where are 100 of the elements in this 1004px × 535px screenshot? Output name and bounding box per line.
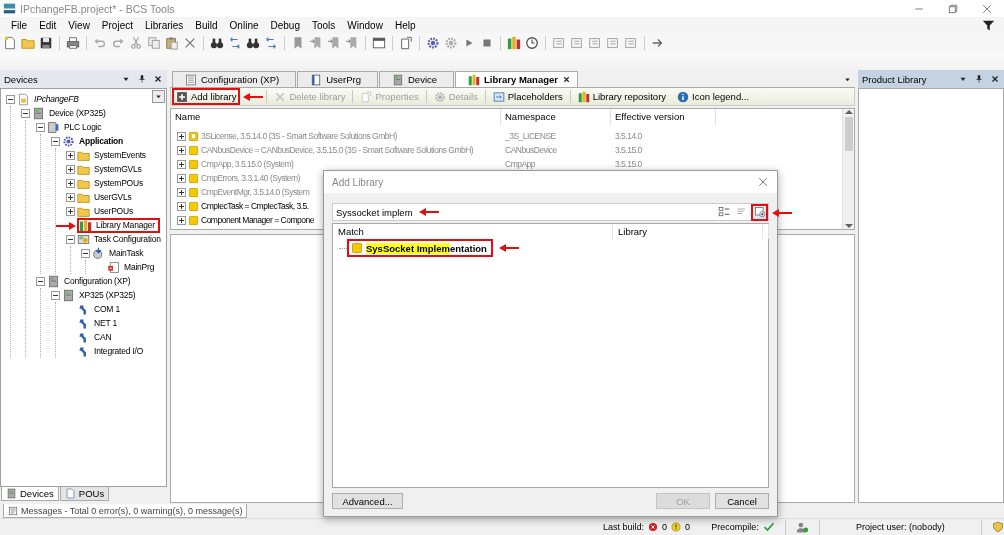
tree-toggle[interactable] — [66, 150, 75, 160]
tree-toggle[interactable] — [81, 248, 90, 258]
editor-tab[interactable]: Library Manager — [455, 71, 578, 87]
column-header[interactable]: Library — [613, 224, 763, 239]
menu-item[interactable]: Window — [341, 19, 389, 31]
menu-item[interactable]: Libraries — [139, 19, 190, 31]
column-header[interactable]: Name — [171, 109, 501, 125]
tree-toggle[interactable] — [177, 145, 186, 155]
tree-item[interactable]: SystemGVLs — [93, 164, 143, 174]
toolbar-button[interactable]: Icon legend... — [673, 88, 754, 105]
close-icon[interactable] — [990, 74, 1000, 84]
tree-toggle[interactable] — [66, 206, 75, 216]
dropdown-icon[interactable] — [843, 75, 852, 84]
gear-icon[interactable] — [426, 36, 440, 50]
tree-toggle[interactable] — [177, 173, 186, 183]
binoculars-icon[interactable] — [210, 36, 224, 50]
scrollbar-thumb[interactable] — [844, 117, 853, 151]
option-button[interactable] — [751, 203, 768, 221]
tree-item[interactable]: IPchangeFB — [33, 94, 80, 104]
dialog-button[interactable]: Advanced... — [332, 493, 403, 509]
tree-item[interactable]: MainTask — [108, 248, 145, 258]
tree-item[interactable]: Library Manager — [95, 220, 156, 230]
vertical-scrollbar[interactable] — [842, 109, 854, 229]
editor-tab[interactable]: Device — [379, 71, 455, 87]
panel-tab[interactable]: Devices — [1, 487, 59, 501]
page-icon[interactable] — [399, 36, 413, 50]
editor-tab[interactable]: UserPrg — [297, 71, 378, 87]
filter-icon[interactable] — [982, 18, 995, 32]
swap-arrows-icon[interactable] — [264, 36, 278, 50]
menu-item[interactable]: Debug — [264, 19, 306, 31]
tree-toggle[interactable] — [36, 122, 45, 132]
window-icon[interactable] — [372, 36, 386, 50]
tree-item[interactable]: PLC Logic — [63, 122, 103, 132]
delete-icon — [274, 90, 287, 103]
paste-icon[interactable] — [165, 36, 179, 50]
menu-item[interactable]: View — [62, 19, 96, 31]
menu-item[interactable]: Online — [223, 19, 265, 31]
clock-icon[interactable] — [525, 36, 539, 50]
messages-tab[interactable]: Messages - Total 0 error(s), 0 warning(s), 0 message(s) — [3, 504, 248, 518]
delete-icon[interactable] — [183, 36, 197, 50]
tree-item[interactable]: Integrated I/O — [93, 346, 145, 356]
binoculars-icon[interactable] — [246, 36, 260, 50]
menu-item[interactable]: Edit — [33, 19, 63, 31]
tree-toggle[interactable] — [177, 215, 186, 225]
tree-toggle[interactable] — [6, 94, 15, 104]
dropdown-button[interactable] — [152, 90, 165, 103]
menu-item[interactable]: Help — [388, 19, 422, 31]
tree-toggle[interactable] — [21, 108, 30, 118]
tree-item[interactable]: Configuration (XP) — [63, 276, 132, 286]
tree-item[interactable]: XP325 (XP325) — [78, 290, 137, 300]
tree-toggle[interactable] — [66, 164, 75, 174]
tree-item[interactable]: COM 1 — [93, 304, 121, 314]
books-icon[interactable] — [507, 36, 521, 50]
save-icon[interactable] — [39, 36, 53, 50]
tree-item[interactable]: SystemPOUs — [93, 178, 144, 188]
swap-arrows-icon[interactable] — [228, 36, 242, 50]
scroll-down-icon[interactable] — [844, 223, 853, 229]
new-document-icon[interactable] — [3, 36, 17, 50]
close-icon[interactable] — [153, 74, 163, 84]
tree-toggle[interactable] — [177, 159, 186, 169]
shield-icon[interactable] — [992, 521, 1004, 533]
tree-item[interactable]: NET 1 — [93, 318, 118, 328]
tree-toggle[interactable] — [177, 201, 186, 211]
tree-item[interactable]: Task Configuration — [93, 234, 162, 244]
tree-item[interactable]: Device (XP325) — [48, 108, 107, 118]
tree-item[interactable]: CAN — [93, 332, 113, 342]
tree-item[interactable]: UserPOUs — [93, 206, 135, 216]
tree-item[interactable]: SystemEvents — [93, 150, 147, 160]
column-header[interactable]: Match — [333, 224, 613, 239]
close-icon[interactable] — [561, 75, 571, 84]
table-cell-text: 3.5.15.0 — [614, 145, 643, 155]
toolbar-button[interactable]: Add library — [172, 88, 241, 105]
library-icon — [188, 172, 199, 184]
menu-item[interactable]: Project — [95, 19, 139, 31]
toolbar-button[interactable]: Library repository — [573, 88, 671, 105]
menu-item[interactable]: Tools — [305, 19, 342, 31]
menu-item[interactable]: Build — [189, 19, 224, 31]
column-header[interactable]: Namespace — [501, 109, 611, 125]
tree-toggle[interactable] — [66, 192, 75, 202]
menu-item[interactable]: File — [5, 19, 34, 31]
restore-icon[interactable] — [947, 2, 959, 15]
panel-tab[interactable]: POUs — [59, 487, 110, 501]
toolbar-button[interactable]: Placeholders — [488, 88, 567, 105]
user-icon[interactable] — [795, 520, 809, 534]
editor-tab[interactable]: Configuration (XP) — [172, 71, 297, 87]
tree-toggle[interactable] — [66, 178, 75, 188]
tree-toggle[interactable] — [36, 276, 45, 286]
tree-toggle[interactable] — [51, 136, 60, 146]
print-icon[interactable] — [66, 36, 80, 50]
scroll-up-icon[interactable] — [844, 109, 853, 115]
column-header[interactable]: Effective version — [611, 109, 716, 125]
arrow-right-icon[interactable] — [651, 36, 665, 50]
tree-toggle[interactable] — [51, 290, 60, 300]
tree-toggle[interactable] — [177, 131, 186, 141]
tree-toggle[interactable] — [66, 234, 75, 244]
dialog-button[interactable]: Cancel — [715, 493, 769, 509]
tree-item[interactable]: UserGVLs — [93, 192, 133, 202]
tree-item[interactable]: MainPrg — [123, 262, 156, 272]
tree-item[interactable]: Application — [78, 136, 125, 146]
tree-toggle[interactable] — [177, 187, 186, 197]
